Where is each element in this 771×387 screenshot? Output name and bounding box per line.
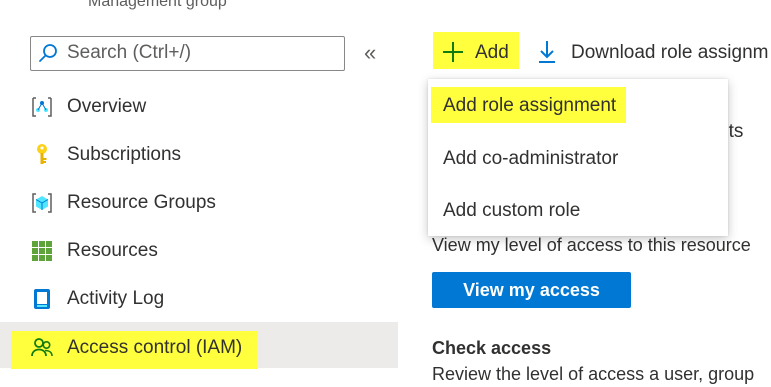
menu-item-add-co-administrator[interactable]: Add co-administrator: [443, 148, 618, 170]
sidebar-item-label-access-control: Access control (IAM): [67, 337, 243, 358]
activity-log-icon: [34, 289, 50, 309]
overview-icon: [32, 97, 52, 117]
menu-item-add-role-assignment[interactable]: Add role assignment: [443, 95, 616, 117]
grid-icon: [32, 241, 52, 261]
sidebar-item-label: Resources: [67, 240, 158, 261]
menu-item-add-custom-role[interactable]: Add custom role: [443, 200, 580, 222]
sidebar-item-resources[interactable]: Resources: [0, 228, 398, 274]
management-group-subtitle: Management group: [88, 0, 227, 10]
check-access-title: Check access: [432, 338, 552, 358]
plus-icon: [443, 42, 463, 62]
download-role-assignments-button[interactable]: Download role assignm: [571, 42, 769, 64]
sidebar-item-label: Overview: [67, 96, 147, 117]
search-input[interactable]: Search (Ctrl+/): [67, 42, 191, 64]
sidebar-item-overview[interactable]: Overview: [0, 84, 398, 130]
view-access-description: View my level of access to this resource: [432, 235, 751, 255]
sidebar-item-activity-log[interactable]: Activity Log: [0, 276, 398, 322]
key-icon: [37, 144, 47, 164]
view-my-access-button[interactable]: View my access: [432, 272, 631, 308]
check-access-description: Review the level of access a user, group: [432, 364, 755, 384]
sidebar-item-label: Activity Log: [67, 288, 165, 309]
sidebar-item-resource-groups[interactable]: Resource Groups: [0, 180, 398, 226]
search-icon: [39, 44, 57, 62]
sidebar-item-label: Resource Groups: [67, 192, 216, 213]
users-icon: [31, 338, 53, 357]
sidebar-item-subscriptions[interactable]: Subscriptions: [0, 132, 398, 178]
collapse-sidebar-button[interactable]: «: [364, 40, 376, 66]
resource-group-icon: [32, 193, 52, 213]
download-icon: [539, 41, 555, 63]
sidebar-item-label: Subscriptions: [67, 144, 182, 165]
add-button[interactable]: Add: [475, 42, 509, 64]
